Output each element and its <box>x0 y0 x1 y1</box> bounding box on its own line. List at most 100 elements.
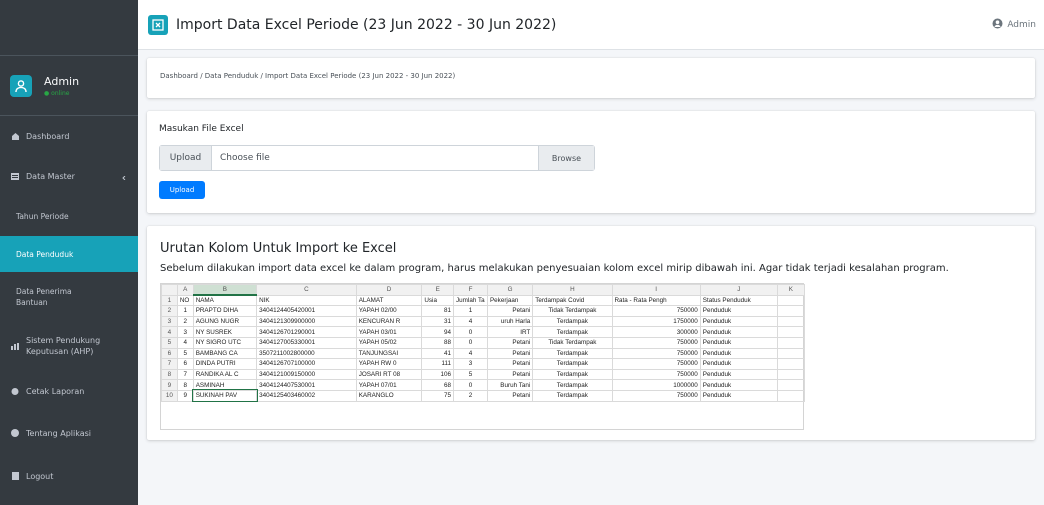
page-title: Import Data Excel Periode (23 Jun 2022 -… <box>176 16 557 33</box>
excel-cell: 8 <box>176 379 194 391</box>
excel-cell: Buruh Tani <box>486 379 534 391</box>
excel-cell <box>776 336 806 349</box>
excel-cell: 5 <box>176 347 194 360</box>
excel-cell: Penduduk <box>699 368 778 381</box>
excel-cell: NO <box>176 294 194 307</box>
excel-cell: 750000 <box>611 347 701 360</box>
breadcrumb-card: Dashboard / Data Penduduk / Import Data … <box>147 58 1035 98</box>
excel-cell: NIK <box>256 294 357 307</box>
excel-cell: 1 <box>453 305 488 317</box>
excel-cell: 750000 <box>611 368 701 381</box>
sidebar-item-dashboard[interactable]: Dashboard <box>0 116 138 156</box>
file-input[interactable]: Choose file <box>212 146 538 170</box>
excel-cell: YAPAH 02/00 <box>355 305 423 317</box>
dashboard-icon <box>10 132 20 140</box>
sidebar-item-label: Sistem Pendukung Keputusan (AHP) <box>26 336 101 356</box>
upload-button[interactable]: Upload <box>159 181 205 199</box>
excel-cell: 41 <box>421 347 455 360</box>
excel-cell: 7 <box>176 368 194 381</box>
database-icon <box>10 172 20 180</box>
excel-cell: Penduduk <box>699 336 778 349</box>
excel-row-number: 10 <box>161 389 178 402</box>
excel-row: 3 2 AGUNG NUGR 3404121309900000 KENCURAN R 31… <box>161 315 806 328</box>
sidebar-user-panel[interactable]: Admin ● online <box>0 56 138 116</box>
file-input-label: Masukan File Excel <box>159 124 244 134</box>
import-excel-icon <box>148 14 168 35</box>
sidebar-brand <box>0 0 138 56</box>
excel-cell: Tidak Terdampak <box>532 305 613 317</box>
excel-cell: 750000 <box>611 305 701 317</box>
excel-cell: Terdampak <box>532 389 613 402</box>
sidebar-item-data-penerima-bantuan[interactable]: Data Penerima Bantuan <box>0 272 138 322</box>
excel-cell: Penduduk <box>699 379 778 391</box>
excel-cell: Terdampak <box>532 358 613 370</box>
excel-cell: 3 <box>453 358 488 370</box>
excel-cell: KENCURAN R <box>355 315 423 328</box>
excel-cell: 2 <box>453 389 488 402</box>
excel-row: 6 5 BAMBANG CA 3507211002800000 TANJUNGSAI 41… <box>161 347 806 360</box>
excel-column-letter: J <box>699 284 778 296</box>
excel-row-number: 2 <box>161 305 178 317</box>
excel-row: 10 9 SUKINAH PAV 3404125403460002 KARANGLO 75… <box>161 389 806 402</box>
excel-cell: 94 <box>421 326 455 338</box>
excel-cell: 2 <box>176 315 194 328</box>
excel-cell: Penduduk <box>699 347 778 360</box>
excel-cell: Rata - Rata Pengh <box>611 294 701 307</box>
print-icon <box>10 387 20 395</box>
excel-cell: 3404126701290001 <box>256 326 357 338</box>
excel-cell: 3404121009150000 <box>256 368 357 381</box>
excel-row: 5 4 NY SIGRO UTC 3404127005330001 YAPAH 05/0… <box>161 336 806 349</box>
excel-cell: TANJUNGSAI <box>355 347 423 360</box>
sidebar-item-data-penduduk[interactable]: Data Penduduk <box>0 236 138 272</box>
excel-cell: Terdampak <box>532 368 613 381</box>
excel-cell: DINDA PUTRI <box>192 358 258 370</box>
excel-cell: 0 <box>453 326 488 338</box>
excel-column-letter: B <box>192 284 258 297</box>
excel-cell: Pekerjaan <box>486 294 534 307</box>
excel-cell: 81 <box>421 305 455 317</box>
excel-row: 8 7 RANDIKA AL C 3404121009150000 JOSARI RT … <box>161 368 806 381</box>
excel-cell: RANDIKA AL C <box>192 368 258 381</box>
browse-button[interactable]: Browse <box>538 146 594 170</box>
excel-column-letter: G <box>486 284 534 296</box>
excel-cell <box>776 315 806 328</box>
excel-cell: 3404126707100000 <box>256 358 357 370</box>
excel-cell: NY SIGRO UTC <box>192 336 258 349</box>
excel-cell: YAPAH 07/01 <box>355 379 423 391</box>
excel-row-number: 6 <box>161 347 178 360</box>
excel-cell <box>776 379 806 391</box>
sidebar-item-tahun-periode[interactable]: Tahun Periode <box>0 196 138 236</box>
excel-column-letter: H <box>532 284 613 296</box>
excel-cell: SUKINAH PAV <box>192 389 258 402</box>
info-icon <box>10 429 20 437</box>
excel-column-letter: C <box>256 284 357 296</box>
excel-row: 9 8 ASMINAH 3404124407530001 YAPAH 07/01 68 0 B… <box>161 379 806 391</box>
excel-cell: PRAPTO DIHA <box>192 305 258 317</box>
excel-row: 1 NO NAMA NIK ALAMAT Usia Jumlah Ta Pekerjaan Te… <box>161 294 806 307</box>
excel-cell: AGUNG NUGR <box>192 315 258 328</box>
excel-row-number: 9 <box>161 379 178 391</box>
excel-row: 2 1 PRAPTO DIHA 3404124405420001 YAPAH 02/00… <box>161 305 806 317</box>
excel-cell: Terdampak <box>532 347 613 360</box>
sidebar-item-label: Data Penerima Bantuan <box>16 287 72 307</box>
sidebar-item-cetak-laporan[interactable]: Cetak Laporan <box>0 370 138 412</box>
excel-cell: 3 <box>176 326 194 338</box>
sidebar-item-logout[interactable]: Logout <box>0 454 138 498</box>
sidebar-item-spk-ahp[interactable]: Sistem Pendukung Keputusan (AHP) <box>0 322 138 370</box>
header-user-menu[interactable]: Admin <box>992 18 1036 32</box>
sidebar-item-data-master[interactable]: Data Master <box>0 156 138 196</box>
excel-cell: 6 <box>176 358 194 370</box>
sidebar-item-tentang-aplikasi[interactable]: Tentang Aplikasi <box>0 412 138 454</box>
excel-cell <box>776 347 806 360</box>
excel-cell: YAPAH RW 0 <box>355 358 423 370</box>
file-input-group[interactable]: Upload Choose file Browse <box>159 145 595 171</box>
excel-cell: 0 <box>453 336 488 349</box>
excel-cell: ASMINAH <box>192 379 258 391</box>
excel-cell: 750000 <box>611 389 701 402</box>
sidebar-item-label: Data Penduduk <box>16 249 74 259</box>
excel-column-letter: K <box>776 284 806 296</box>
excel-cell: 75 <box>421 389 455 402</box>
excel-table: A B C D E F G H I J K 1 NO NAMA NIK ALAMAT Usia Jumlah Ta… <box>161 284 806 402</box>
excel-cell: 1 <box>176 305 194 317</box>
header-user-name: Admin <box>1007 20 1036 30</box>
